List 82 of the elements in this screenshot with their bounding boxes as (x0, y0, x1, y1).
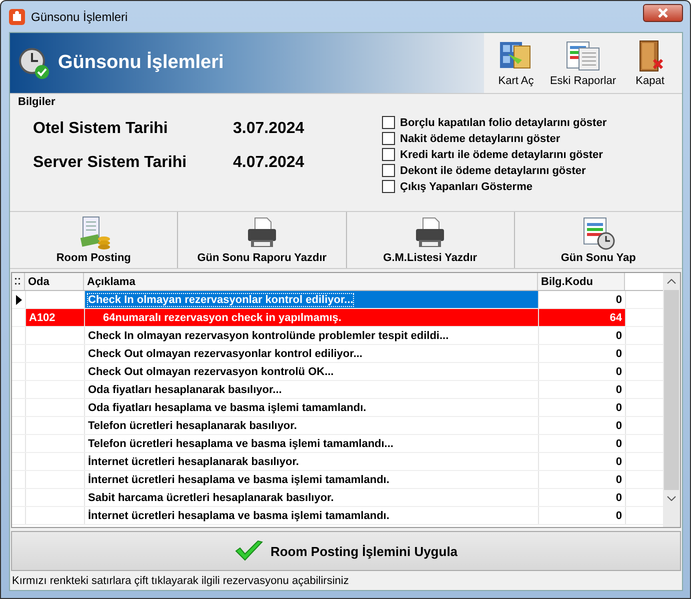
report-icon (564, 40, 601, 72)
clock-icon (18, 46, 50, 80)
toolbar-button[interactable]: Gün Sonu Yap (514, 212, 682, 268)
window-title: Günsonu İşlemleri (31, 10, 128, 24)
apply-button[interactable]: Room Posting İşlemini Uygula (11, 531, 681, 571)
table-cell: Telefon ücretleri hesaplama ve basma işlemi tamamlandı... (85, 435, 539, 452)
table-cell: 0 (539, 417, 626, 434)
checkbox[interactable] (382, 180, 395, 193)
table-cell: İnternet ücretleri hesaplanarak basılıyor. (85, 453, 539, 470)
scroll-down-icon (667, 496, 676, 501)
date-value: 3.07.2024 (233, 120, 304, 138)
column-header[interactable]: Bilg.Kodu (538, 273, 625, 290)
table-cell: Check In olmayan rezervasyon kontrolünde problemler tespit edildi... (85, 327, 539, 344)
report-clock-icon (581, 216, 616, 250)
toolbar-button[interactable]: Kart Aç (492, 33, 540, 93)
table-cell: 0 (539, 453, 626, 470)
table-cell: İnternet ücretleri hesaplama ve basma işlemi tamamlandı. (85, 471, 539, 488)
table-row[interactable]: Check In olmayan rezervasyon kontrolünde problemler tespit edildi... 0 (12, 327, 663, 345)
table-row[interactable]: İnternet ücretleri hesaplanarak basılıyor. 0 (12, 453, 663, 471)
app-icon (9, 8, 25, 24)
table-cell: Check Out olmayan rezervasyon kontrolü OK... (85, 363, 539, 380)
date-label: Server Sistem Tarihi (33, 154, 188, 172)
table-cell: 0 (539, 381, 626, 398)
toolbar-button[interactable]: Gün Sonu Raporu Yazdır (178, 212, 346, 268)
checkbox-label: Nakit ödeme detaylarını göster (400, 132, 560, 144)
scroll-thumb[interactable] (664, 290, 679, 490)
table-row[interactable]: İnternet ücretleri hesaplama ve basma işlemi tamamlandı. 0 (12, 507, 663, 525)
checkbox[interactable] (382, 148, 395, 161)
table-row[interactable]: İnternet ücretleri hesaplama ve basma işlemi tamamlandı. 0 (12, 471, 663, 489)
checkbox-label: Dekont ile ödeme detaylarını göster (400, 164, 586, 176)
table-cell: 0 (539, 435, 626, 452)
table-row[interactable]: Check Out olmayan rezervasyonlar kontrol ediliyor... 0 (12, 345, 663, 363)
table-cell: Sabit harcama ücretleri hesaplanarak basılıyor. (85, 489, 539, 506)
table-cell: 0 (539, 399, 626, 416)
table-row[interactable]: Check Out olmayan rezervasyon kontrolü OK... 0 (12, 363, 663, 381)
table-cell: Check In olmayan rezervasyonlar kontrol ediliyor... (85, 291, 539, 308)
table-cell: Oda fiyatları hesaplanarak basılıyor... (85, 381, 539, 398)
header-title: Günsonu İşlemleri (58, 52, 224, 74)
table-cell: 64 (539, 309, 626, 326)
table-cell: Telefon ücretleri hesaplanarak basılıyor. (85, 417, 539, 434)
date-value: 4.07.2024 (233, 154, 304, 172)
table-row[interactable]: Oda fiyatları hesaplanarak basılıyor... 0 (12, 381, 663, 399)
check-icon (234, 540, 264, 562)
table-cell: 0 (539, 345, 626, 362)
table-cell: 0 (539, 327, 626, 344)
date-label: Otel Sistem Tarihi (33, 120, 169, 138)
checkbox[interactable] (382, 116, 395, 129)
close-button[interactable] (643, 4, 683, 22)
table-cell: 0 (539, 471, 626, 488)
table-cell: 0 (539, 489, 626, 506)
scrollbar[interactable] (663, 273, 680, 527)
table-cell: 0 (539, 363, 626, 380)
table-cell: İnternet ücretleri hesaplama ve basma işlemi tamamlandı. (85, 507, 539, 524)
scroll-up-icon (667, 279, 676, 284)
table-cell: Check Out olmayan rezervasyonlar kontrol ediliyor... (85, 345, 539, 362)
toolbar-button[interactable]: G.M.Listesi Yazdır (346, 212, 515, 268)
table-cell: 0 (539, 291, 626, 308)
checkbox-label: Çıkış Yapanları Gösterme (400, 180, 532, 192)
table-row[interactable]: Sabit harcama ücretleri hesaplanarak basılıyor. 0 (12, 489, 663, 507)
column-header[interactable]: Oda (25, 273, 84, 290)
column-header[interactable]: Açıklama (84, 273, 538, 290)
checkbox-label: Borçlu kapatılan folio detaylarını göster (400, 116, 607, 128)
checkbox-label: Kredi kartı ile ödeme detaylarını göster (400, 148, 603, 160)
status-text: Kırmızı renkteki satırlara çift tıklayarak ilgili rezervasyonu açabilirsiniz (12, 574, 349, 586)
table-cell: Oda fiyatları hesaplama ve basma işlemi tamamlandı. (85, 399, 539, 416)
table-cell: A102 (26, 309, 85, 326)
table-row[interactable]: Oda fiyatları hesaplama ve basma işlemi tamamlandı. 0 (12, 399, 663, 417)
table-row[interactable]: Telefon ücretleri hesaplanarak basılıyor. 0 (12, 417, 663, 435)
table-cell: 0 (539, 507, 626, 524)
group-title: Bilgiler (17, 96, 56, 108)
toolbar-button[interactable]: Kapat (626, 33, 674, 93)
toolbar-button[interactable]: Eski Raporlar (544, 33, 622, 93)
row-indicator-icon (16, 294, 22, 304)
grip-icon (15, 278, 20, 285)
toolbar-button[interactable]: Room Posting (10, 212, 178, 268)
table-row[interactable]: Check In olmayan rezervasyonlar kontrol ediliyor... 0 (12, 291, 663, 309)
checkbox[interactable] (382, 132, 395, 145)
close-icon (657, 8, 669, 18)
table-row[interactable]: A102 64numaralı rezervasyon check in yapılmamış. 64 (12, 309, 663, 327)
table-cell: 64numaralı rezervasyon check in yapılmamış. (85, 309, 539, 326)
table-row[interactable]: Telefon ücretleri hesaplama ve basma işlemi tamamlandı... 0 (12, 435, 663, 453)
checkbox[interactable] (382, 164, 395, 177)
